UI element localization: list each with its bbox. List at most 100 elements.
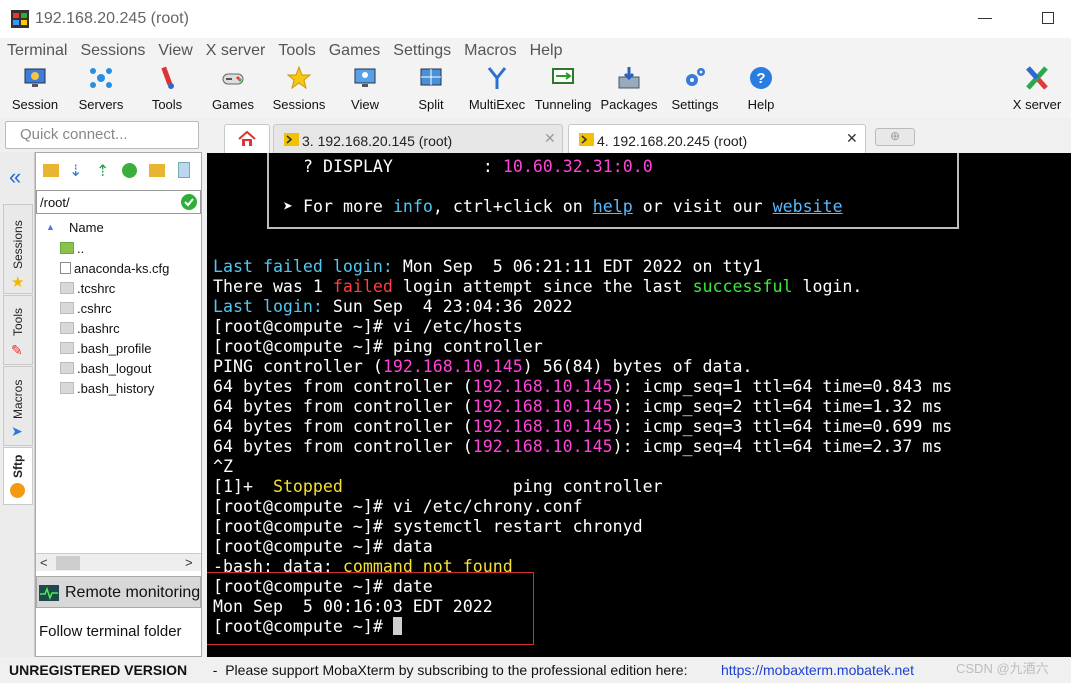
menu-terminal[interactable]: Terminal xyxy=(0,38,73,62)
scroll-right-icon[interactable]: > xyxy=(185,555,193,570)
follow-terminal-folder-checkbox[interactable]: Follow terminal folder xyxy=(39,623,199,645)
sidebar-tab-sessions[interactable]: Sessions ★ xyxy=(3,204,33,294)
terminal-line: 64 bytes from controller (192.168.10.145… xyxy=(213,417,953,436)
star-icon xyxy=(286,65,312,90)
session-button[interactable]: Session xyxy=(2,65,68,112)
help-button[interactable]: ? Help xyxy=(728,65,794,112)
menu-macros[interactable]: Macros xyxy=(457,38,522,62)
sidebar-strip: « Sessions ★ Tools ✎ Macros ➤ Sftp xyxy=(0,152,35,657)
terminal-line: PING controller (192.168.10.145) 56(84) … xyxy=(213,357,753,376)
menu-bar: Terminal Sessions View X server Tools Ga… xyxy=(0,38,1071,62)
file-icon xyxy=(60,342,74,354)
servers-button[interactable]: Servers xyxy=(68,65,134,112)
collapse-chevrons-icon[interactable]: « xyxy=(9,166,21,188)
remote-monitoring-button[interactable]: Remote monitoring xyxy=(36,576,201,608)
title-bar: 192.168.20.245 (root) xyxy=(0,0,1071,38)
view-button[interactable]: View xyxy=(332,65,398,112)
menu-sessions[interactable]: Sessions xyxy=(73,38,151,62)
scrollbar-thumb[interactable] xyxy=(56,556,80,570)
x-server-button[interactable]: X server xyxy=(1004,65,1070,112)
sidebar-tab-tools[interactable]: Tools ✎ xyxy=(3,295,33,365)
tunneling-icon xyxy=(552,68,574,84)
horizontal-scrollbar[interactable]: < > xyxy=(36,553,201,571)
status-bar: UNREGISTERED VERSION - Please support Mo… xyxy=(0,657,1071,683)
minimize-button[interactable] xyxy=(978,18,992,19)
split-button[interactable]: Split xyxy=(398,65,464,112)
menu-games[interactable]: Games xyxy=(322,38,387,62)
wrench-icon: ✎ xyxy=(11,342,23,358)
terminal-line: [1]+ Stopped ping controller xyxy=(213,477,663,496)
file-icon xyxy=(60,282,74,294)
mobatek-link[interactable]: https://mobaxterm.mobatek.net xyxy=(721,662,914,678)
terminal-icon xyxy=(284,133,299,146)
tunneling-button[interactable]: Tunneling xyxy=(530,65,596,112)
upload-icon[interactable]: ⇡ xyxy=(96,161,109,181)
refresh-icon[interactable] xyxy=(122,163,137,178)
parent-folder-icon[interactable] xyxy=(43,164,59,177)
packages-download-icon xyxy=(618,67,640,89)
menu-x-server[interactable]: X server xyxy=(199,38,272,62)
terminal-line: [root@compute ~]# vi /etc/chrony.conf xyxy=(213,497,583,516)
list-item[interactable]: anaconda-ks.cfg xyxy=(60,261,169,281)
tab-session-3[interactable]: 3. 192.168.20.145 (root) ✕ xyxy=(273,124,563,154)
sort-ascending-icon: ▲ xyxy=(46,222,55,232)
multiexec-fork-icon xyxy=(487,67,507,89)
scroll-left-icon[interactable]: < xyxy=(40,555,48,570)
display-line: ? DISPLAY : 10.60.32.31:0.0 xyxy=(303,157,653,176)
list-item[interactable]: .bash_history xyxy=(60,381,154,401)
close-icon[interactable]: ✕ xyxy=(846,130,858,147)
gamepad-icon xyxy=(222,73,244,85)
sftp-icon xyxy=(10,483,25,498)
multiexec-button[interactable]: MultiExec xyxy=(464,65,530,112)
menu-help[interactable]: Help xyxy=(523,38,569,62)
highlight-box xyxy=(207,572,534,645)
toolbar: Session Servers Tools Games Sessions Vie… xyxy=(0,62,1071,118)
new-tab-button[interactable]: ⊕ xyxy=(875,128,915,146)
close-icon[interactable]: ✕ xyxy=(544,130,556,147)
menu-view[interactable]: View xyxy=(151,38,198,62)
games-button[interactable]: Games xyxy=(200,65,266,112)
list-item[interactable]: .cshrc xyxy=(60,301,112,321)
list-item[interactable]: .. xyxy=(60,241,84,261)
settings-gear-icon xyxy=(686,68,705,86)
settings-button[interactable]: Settings xyxy=(662,65,728,112)
file-icon xyxy=(60,322,74,334)
menu-settings[interactable]: Settings xyxy=(386,38,457,62)
macro-icon: ➤ xyxy=(11,423,23,439)
file-icon xyxy=(60,262,71,274)
svg-text:?: ? xyxy=(756,70,765,87)
quick-connect-input[interactable]: Quick connect... xyxy=(5,121,199,149)
list-item[interactable]: .tcshrc xyxy=(60,281,115,301)
new-file-icon[interactable] xyxy=(178,162,190,178)
sidebar-tab-sftp[interactable]: Sftp xyxy=(3,447,33,505)
download-icon[interactable]: ⇣ xyxy=(69,161,82,181)
list-item[interactable]: .bash_logout xyxy=(60,361,151,381)
tab-session-4[interactable]: 4. 192.168.20.245 (root) ✕ xyxy=(568,124,866,154)
help-link[interactable]: help xyxy=(593,197,633,216)
home-tab[interactable] xyxy=(224,124,270,154)
star-icon: ★ xyxy=(11,274,25,291)
column-name-header[interactable]: Name xyxy=(69,220,104,235)
menu-tools[interactable]: Tools xyxy=(271,38,321,62)
view-monitor-icon xyxy=(354,68,376,87)
file-icon xyxy=(60,362,74,374)
terminal-icon xyxy=(579,133,594,146)
tools-button[interactable]: Tools xyxy=(134,65,200,112)
sessions-button[interactable]: Sessions xyxy=(266,65,332,112)
sidebar-tab-macros[interactable]: Macros ➤ xyxy=(3,366,33,446)
list-item[interactable]: .bash_profile xyxy=(60,341,151,361)
sftp-path-input[interactable]: /root/ xyxy=(36,190,201,214)
new-folder-icon[interactable] xyxy=(149,164,165,177)
website-link[interactable]: website xyxy=(773,197,843,216)
terminal-line: [root@compute ~]# ping controller xyxy=(213,337,543,356)
servers-network-icon xyxy=(90,68,112,88)
terminal-output[interactable]: ? DISPLAY : 10.60.32.31:0.0 ➤ For more i… xyxy=(207,153,1071,657)
terminal-line: There was 1 failed login attempt since t… xyxy=(213,277,863,296)
monitor-chart-icon xyxy=(39,585,59,601)
session-tabs-bar: 3. 192.168.20.145 (root) ✕ 4. 192.168.20… xyxy=(205,119,1071,154)
packages-button[interactable]: Packages xyxy=(596,65,662,112)
split-grid-icon xyxy=(420,68,442,86)
maximize-button[interactable] xyxy=(1042,12,1054,24)
checkmark-icon[interactable] xyxy=(181,194,197,210)
list-item[interactable]: .bashrc xyxy=(60,321,120,341)
